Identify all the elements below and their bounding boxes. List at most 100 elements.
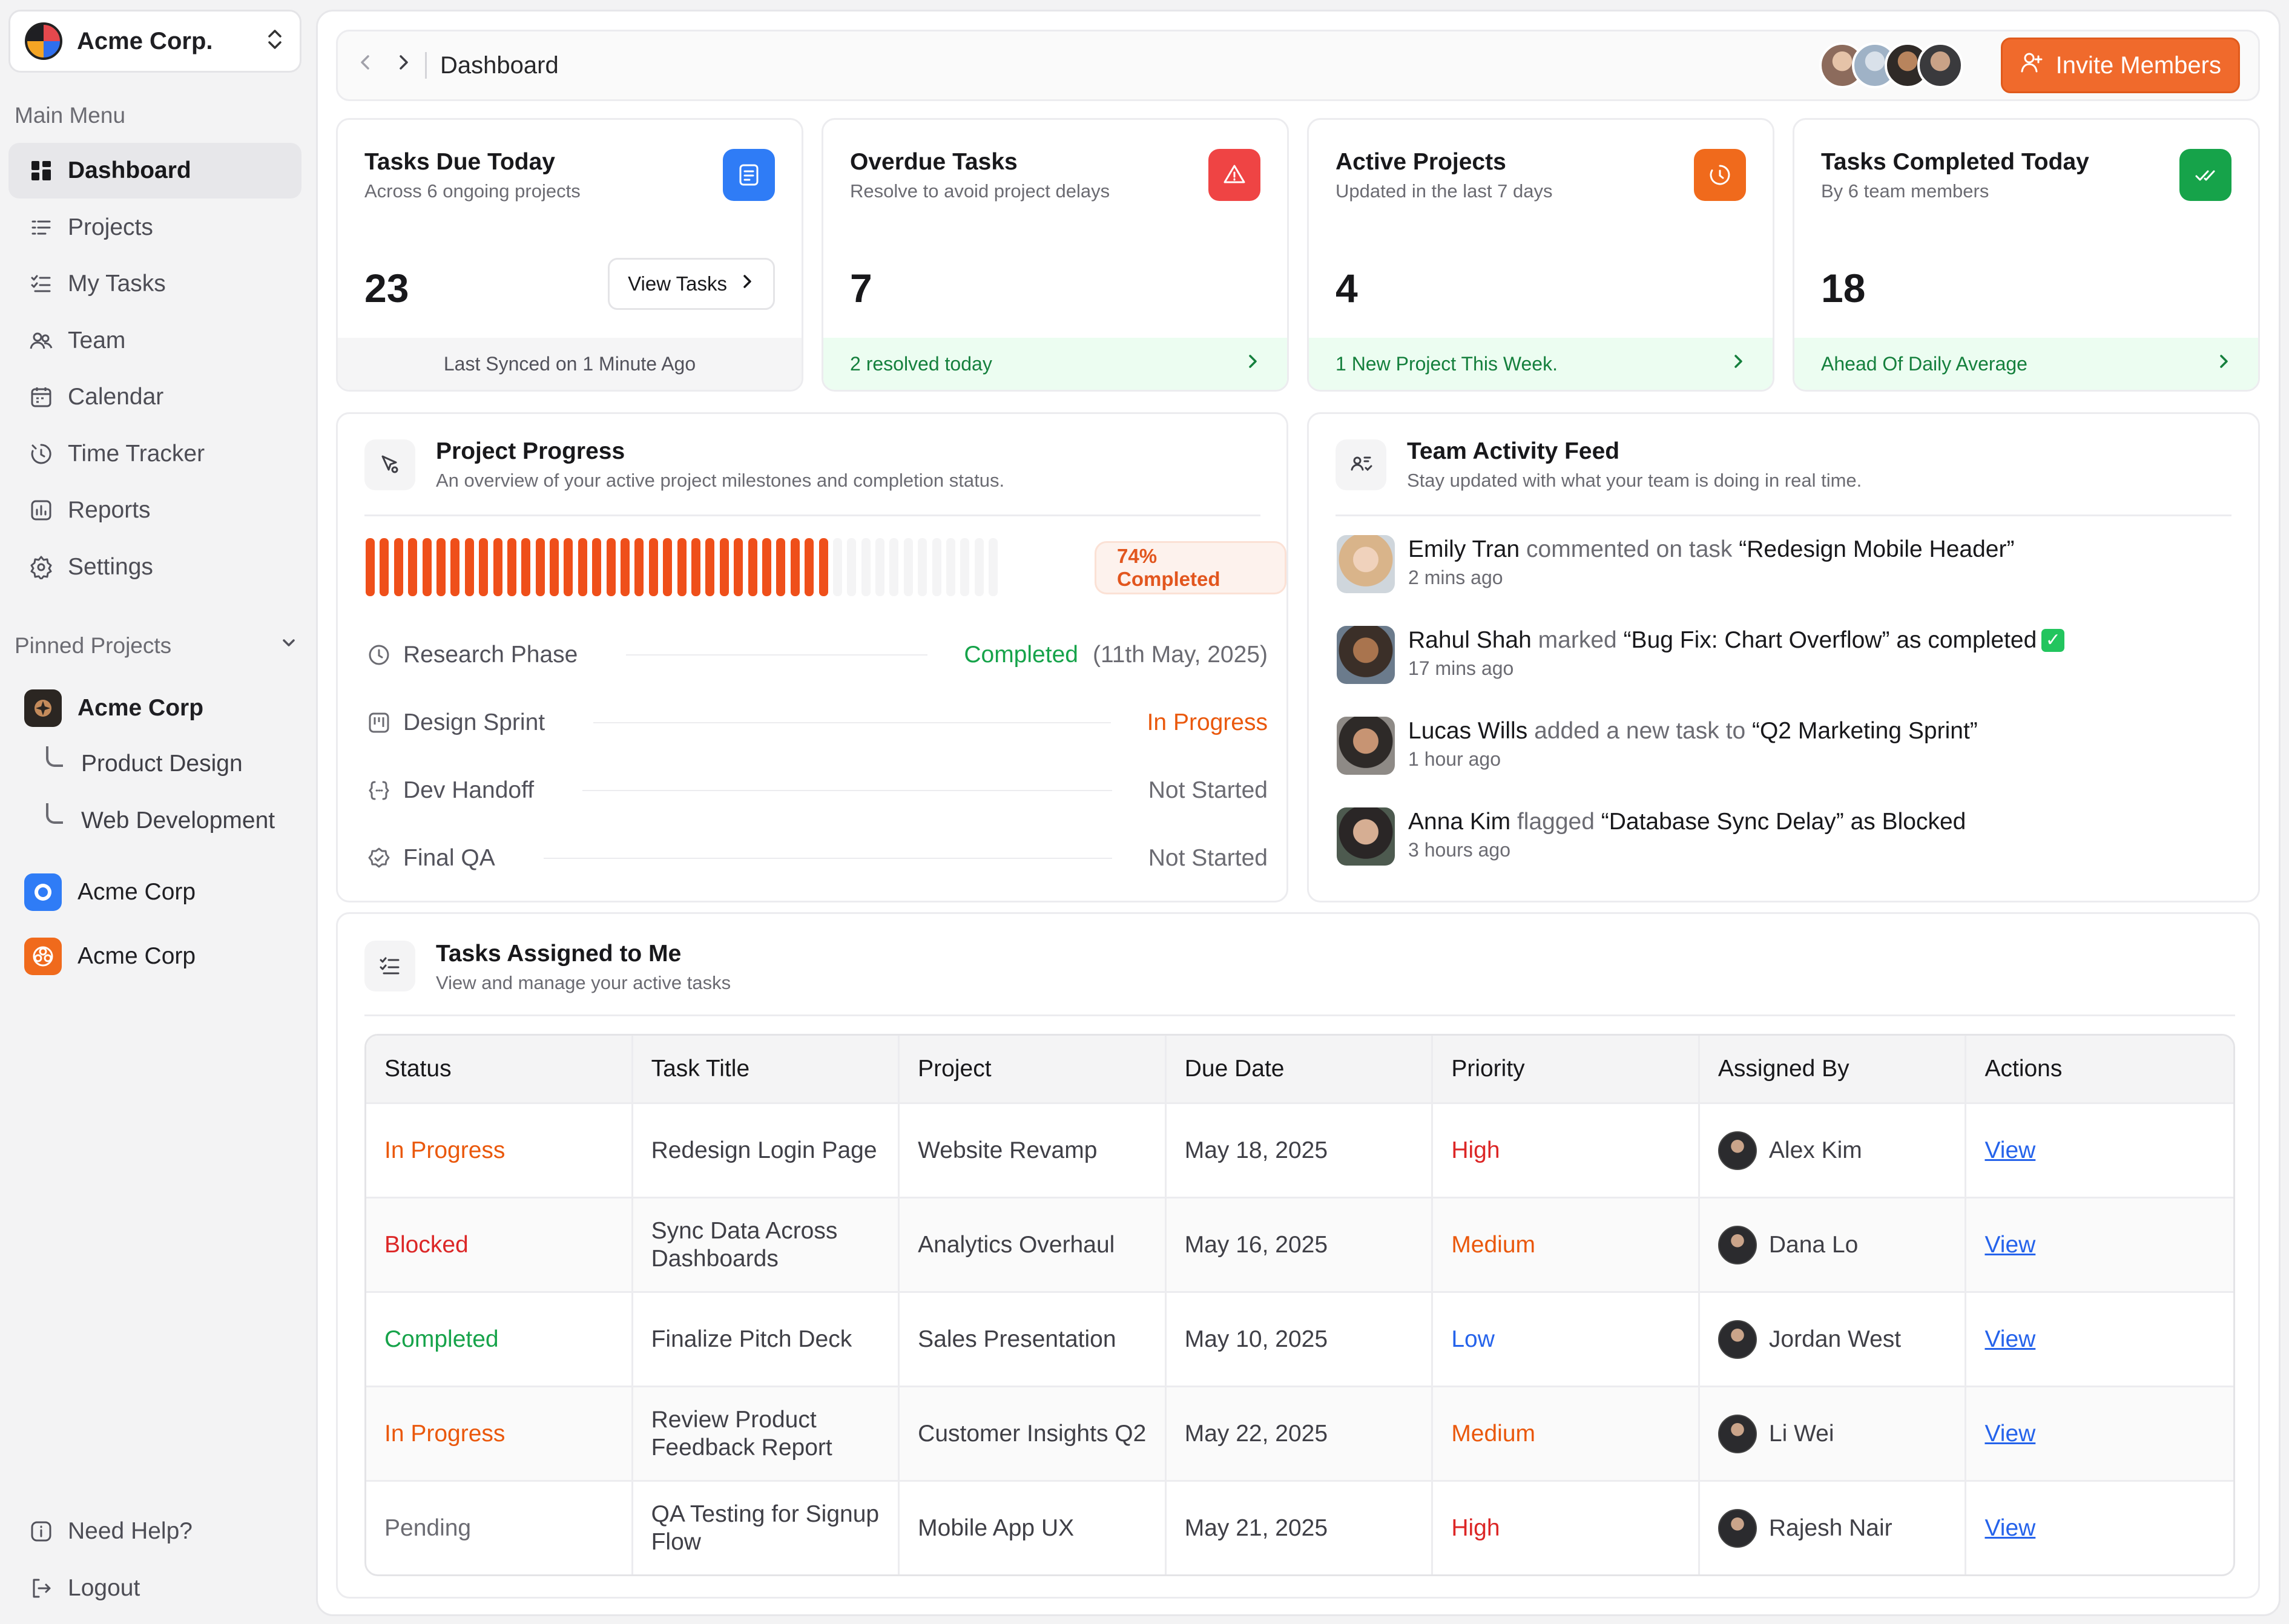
calendar-icon [27, 383, 56, 412]
progress-segment [521, 538, 531, 596]
assigned-by-cell: Li Wei [1700, 1387, 1967, 1480]
phase-status: Not Started [1148, 777, 1268, 803]
task-title-cell: Redesign Login Page [633, 1104, 900, 1197]
divider [364, 1014, 2235, 1016]
stat-footer-text: Ahead Of Daily Average [1821, 352, 2027, 375]
activity-item[interactable]: Emily Tran commented on task “Redesign M… [1337, 535, 2233, 593]
stat-subtitle: Updated in the last 7 days [1336, 180, 1553, 202]
history-nav [356, 51, 413, 79]
column-header[interactable]: Due Date [1167, 1036, 1434, 1102]
progress-segment [408, 538, 418, 596]
sidebar-item-dashboard[interactable]: Dashboard [8, 143, 301, 199]
pinned-project[interactable]: Acme Corp [24, 688, 303, 729]
column-header[interactable]: Project [900, 1036, 1167, 1102]
sidebar-item-settings[interactable]: Settings [8, 539, 301, 595]
assigned-by-cell: Rajesh Nair [1700, 1482, 1967, 1574]
due-date-cell: May 22, 2025 [1167, 1387, 1434, 1480]
progress-segment [918, 538, 927, 596]
stat-footer[interactable]: 2 resolved today [823, 338, 1287, 390]
sidebar-item-projects[interactable]: Projects [8, 200, 301, 255]
view-link[interactable]: View [1984, 1326, 2035, 1353]
stat-footer[interactable]: Ahead Of Daily Average [1794, 338, 2258, 390]
phase-name: Design Sprint [403, 709, 545, 735]
pinned-projects-header[interactable]: Pinned Projects [15, 633, 299, 659]
forward-arrow-icon[interactable] [395, 51, 413, 79]
pinned-project[interactable]: Acme Corp [24, 936, 303, 977]
org-switcher[interactable]: Acme Corp. [8, 10, 301, 73]
task-title-cell: Finalize Pitch Deck [633, 1293, 900, 1386]
activity-item[interactable]: Lucas Wills added a new task to “Q2 Mark… [1337, 717, 2233, 775]
back-arrow-icon[interactable] [356, 51, 374, 79]
sidebar-item-logout[interactable]: Logout [8, 1560, 301, 1616]
sidebar-item-reports[interactable]: Reports [8, 482, 301, 538]
divider [1336, 514, 2231, 516]
avatar [1337, 807, 1395, 866]
activity-item[interactable]: Anna Kim flagged “Database Sync Delay” a… [1337, 807, 2233, 866]
member-avatars[interactable] [1819, 42, 1963, 88]
progress-segment [564, 538, 573, 596]
breadcrumb: Dashboard [440, 51, 559, 79]
progress-segment [592, 538, 602, 596]
sidebar-item-team[interactable]: Team [8, 313, 301, 369]
column-header[interactable]: Priority [1433, 1036, 1700, 1102]
table-row: Completed Finalize Pitch Deck Sales Pres… [366, 1291, 2233, 1386]
column-header[interactable]: Task Title [633, 1036, 900, 1102]
org-name: Acme Corp. [77, 27, 213, 54]
activity-item[interactable]: Rahul Shah marked “Bug Fix: Chart Overfl… [1337, 626, 2233, 684]
sidebar-item-time-tracker[interactable]: Time Tracker [8, 426, 301, 482]
pinned-subproject[interactable]: Product Design [24, 734, 303, 794]
progress-segment [606, 538, 616, 596]
invite-members-button[interactable]: Invite Members [2000, 38, 2240, 93]
progress-segment [960, 538, 970, 596]
sidebar-item-label: Projects [68, 214, 153, 240]
chevron-down-icon [278, 633, 299, 659]
activity-object: “Redesign Mobile Header” [1739, 536, 2015, 562]
panel-title: Team Activity Feed [1407, 438, 1620, 464]
activity-actor: Anna Kim [1408, 809, 1511, 835]
sidebar-item-help[interactable]: Need Help? [8, 1504, 301, 1559]
actions-cell: View [1966, 1198, 2233, 1291]
column-header[interactable]: Actions [1966, 1036, 2233, 1102]
tasks-table: Status Task Title Project Due Date Prior… [364, 1034, 2235, 1576]
due-date-cell: May 18, 2025 [1167, 1104, 1434, 1197]
pinned-projects-label: Pinned Projects [15, 633, 172, 658]
sidebar: Acme Corp. Main Menu Dashboard Projects … [0, 0, 309, 1624]
table-row: Blocked Sync Data Across Dashboards Anal… [366, 1197, 2233, 1291]
pinned-project[interactable]: Acme Corp [24, 872, 303, 913]
view-link[interactable]: View [1984, 1421, 2035, 1447]
main-content: Dashboard Invite Members Tasks Due Today… [316, 10, 2281, 1616]
main-menu-label: Main Menu [15, 103, 126, 128]
activity-actor: Rahul Shah [1408, 627, 1532, 653]
sidebar-item-label: Settings [68, 553, 153, 580]
assignee-name: Dana Lo [1768, 1231, 1859, 1258]
view-link[interactable]: View [1984, 1232, 2035, 1258]
assigned-by-cell: Dana Lo [1700, 1198, 1967, 1291]
topbar: Dashboard Invite Members [336, 30, 2260, 101]
status-cell: Pending [366, 1482, 633, 1574]
progress-segment [691, 538, 700, 596]
stat-card-tasks-due: Tasks Due Today Across 6 ongoing project… [336, 118, 803, 392]
projects-icon [27, 213, 56, 242]
activity-object: “Database Sync Delay” as Blocked [1601, 809, 1966, 835]
activity-text: Rahul Shah marked “Bug Fix: Chart Overfl… [1408, 626, 2065, 655]
activity-time: 17 mins ago [1408, 657, 1514, 679]
sidebar-item-label: Calendar [68, 384, 164, 410]
pinned-subproject[interactable]: Web Development [24, 794, 303, 847]
stat-title: Active Projects [1336, 149, 1506, 175]
view-tasks-button[interactable]: View Tasks [608, 258, 775, 310]
sidebar-item-my-tasks[interactable]: My Tasks [8, 256, 301, 312]
phase-divider [543, 858, 1112, 859]
progress-segment [648, 538, 658, 596]
phase-status: Not Started [1148, 845, 1268, 871]
sidebar-item-calendar[interactable]: Calendar [8, 369, 301, 425]
phase-divider [582, 790, 1112, 791]
view-link[interactable]: View [1984, 1515, 2035, 1542]
assignee-name: Rajesh Nair [1768, 1514, 1892, 1541]
view-link[interactable]: View [1984, 1137, 2035, 1164]
progress-segment [748, 538, 757, 596]
column-header[interactable]: Assigned By [1700, 1036, 1967, 1102]
stat-footer[interactable]: 1 New Project This Week. [1309, 338, 1773, 390]
column-header[interactable]: Status [366, 1036, 633, 1102]
stat-value: 23 [364, 266, 409, 311]
sidebar-item-label: Logout [68, 1574, 140, 1601]
